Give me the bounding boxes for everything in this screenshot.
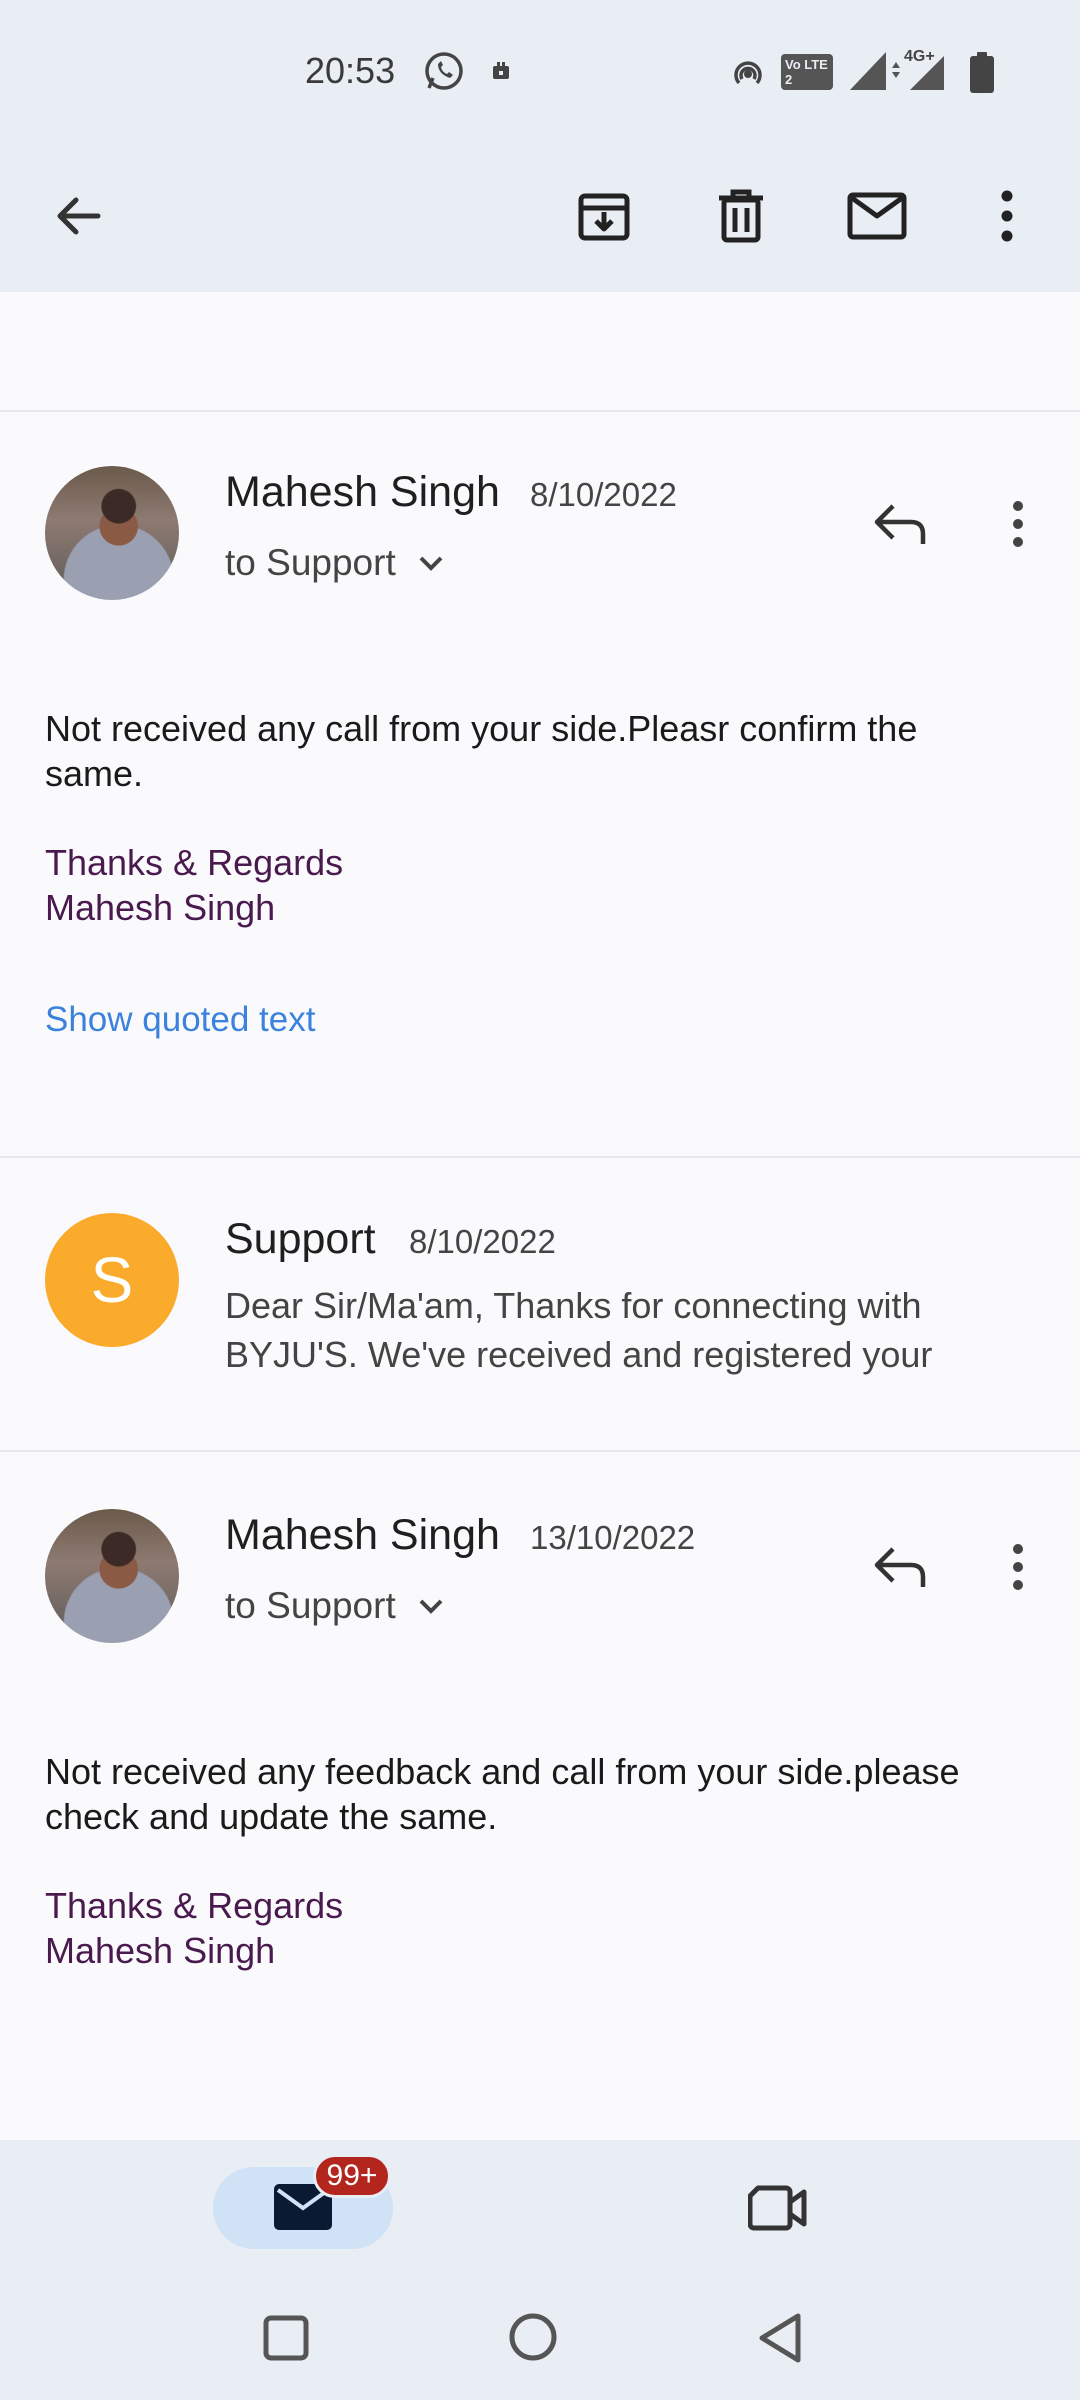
signature-line: Mahesh Singh <box>45 1930 276 1971</box>
status-bar: 20:53 Vo LTE 2 4G+ <box>0 0 1080 140</box>
signature-line: Thanks & Regards <box>45 842 344 883</box>
avatar[interactable] <box>45 1509 179 1643</box>
reply-icon <box>874 1547 926 1587</box>
sender-name: Mahesh Singh <box>225 468 500 516</box>
message-body: Not received any feedback and call from … <box>45 1751 960 1837</box>
recipient-details-toggle[interactable]: to Support <box>225 1585 444 1627</box>
message-date: 8/10/2022 <box>409 1223 556 1260</box>
back-button[interactable] <box>38 176 118 256</box>
volte-icon: Vo LTE 2 <box>781 54 833 90</box>
message-body: Not received any call from your side.Ple… <box>45 708 918 794</box>
signature-line: Mahesh Singh <box>45 887 276 928</box>
more-vert-icon <box>1013 1544 1023 1590</box>
more-vert-icon <box>1013 501 1023 547</box>
hotspot-icon <box>734 61 762 85</box>
message-more-button[interactable] <box>978 1527 1058 1607</box>
archive-icon <box>578 193 630 241</box>
back-arrow-icon <box>57 197 101 235</box>
sender-name: Mahesh Singh <box>225 1511 500 1559</box>
more-options-button[interactable] <box>967 176 1047 256</box>
battery-icon <box>970 52 994 93</box>
mark-unread-icon <box>847 192 907 240</box>
network-label: 4G+ <box>904 48 935 65</box>
divider <box>0 1156 1080 1158</box>
avatar[interactable]: S <box>45 1213 179 1347</box>
nav-meet-tab[interactable] <box>728 2167 828 2249</box>
delete-icon <box>719 189 763 243</box>
reply-button[interactable] <box>860 1527 940 1607</box>
message-snippet: Dear Sir/Ma'am, Thanks for connecting wi… <box>225 1285 933 1375</box>
bottom-navigation: 99+ <box>0 2140 1080 2290</box>
recipient-details-toggle[interactable]: to Support <box>225 542 444 584</box>
chevron-down-icon <box>419 1599 443 1614</box>
message-date: 8/10/2022 <box>530 476 677 513</box>
mark-unread-button[interactable] <box>837 176 917 256</box>
message-more-button[interactable] <box>978 484 1058 564</box>
signal-icon <box>850 52 886 90</box>
back-nav-icon[interactable] <box>756 2312 804 2364</box>
more-vert-icon <box>1001 190 1013 242</box>
reply-icon <box>874 504 926 544</box>
divider <box>0 410 1080 412</box>
recipient-label: to Support <box>225 1585 396 1626</box>
message-date: 13/10/2022 <box>530 1519 696 1556</box>
recipient-label: to Support <box>225 542 396 583</box>
top-app-bar <box>0 140 1080 292</box>
video-camera-icon <box>748 2185 807 2231</box>
signature-line: Thanks & Regards <box>45 1885 344 1926</box>
reply-button[interactable] <box>860 484 940 564</box>
home-icon[interactable] <box>508 2312 558 2362</box>
chevron-down-icon <box>419 556 443 571</box>
notification-icon <box>493 62 509 79</box>
status-time: 20:53 <box>305 50 396 91</box>
sender-name: Support <box>225 1215 376 1263</box>
show-quoted-text-link[interactable]: Show quoted text <box>45 1000 315 1040</box>
email-thread: Mahesh Singh 8/10/2022 to Support Not re… <box>0 292 1080 2140</box>
divider <box>0 1450 1080 1452</box>
volte-label: Vo LTE 2 <box>785 57 828 87</box>
recents-icon[interactable] <box>262 2314 310 2362</box>
avatar[interactable] <box>45 466 179 600</box>
system-navigation-bar <box>0 2290 1080 2400</box>
unread-count-badge: 99+ <box>313 2154 391 2198</box>
archive-button[interactable] <box>564 176 644 256</box>
delete-button[interactable] <box>701 176 781 256</box>
whatsapp-icon <box>425 52 463 90</box>
